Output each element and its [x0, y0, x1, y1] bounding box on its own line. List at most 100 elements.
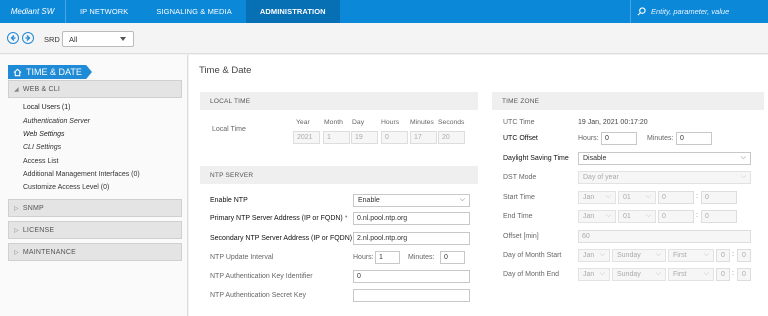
srd-select-value: All: [69, 35, 78, 44]
dom-end-month-value: Jan: [583, 271, 595, 278]
primary-ntp-input[interactable]: 0.nl.pool.ntp.org: [353, 212, 470, 225]
dom-start-minute-input: 0: [737, 249, 751, 262]
chevron-down-icon: ⌵: [703, 251, 709, 258]
page-title: Time & Date: [199, 65, 252, 76]
day-label: Day: [352, 119, 365, 126]
search-icon: [637, 7, 646, 16]
start-hour-input: 0: [658, 191, 694, 204]
caret-right-icon: ▷: [14, 227, 19, 234]
utc-offset-minutes-label: Minutes:: [647, 135, 674, 142]
end-month-select: Jan ⌵: [578, 210, 616, 223]
dst-mode-select: Day of year ⌵: [578, 171, 751, 184]
enable-ntp-select[interactable]: Enable ⌵: [353, 194, 470, 207]
utc-time-value: 19 Jan, 2021 00:17:20: [578, 119, 648, 126]
ntp-auth-secret-key-label: NTP Authentication Secret Key: [210, 292, 306, 299]
primary-ntp-label: Primary NTP Server Address (IP or FQDN): [210, 215, 343, 222]
srd-select[interactable]: All: [62, 31, 134, 47]
sidebar-item-authentication-server[interactable]: Authentication Server: [23, 118, 90, 125]
chevron-down-icon: ⌵: [605, 212, 611, 219]
utc-offset-hours-input[interactable]: 0: [601, 132, 637, 145]
chevron-down-icon: ⌵: [459, 196, 465, 203]
chevron-down-icon: ⌵: [740, 173, 746, 180]
day-of-month-end-label: Day of Month End: [503, 271, 560, 278]
ntp-auth-key-id-label: NTP Authentication Key Identifier: [210, 273, 313, 280]
minutes-field: 17: [410, 131, 437, 144]
enable-ntp-value: Enable: [358, 197, 380, 204]
chevron-down-icon: ⌵: [605, 193, 611, 200]
sidebar-item-web-settings[interactable]: Web Settings: [23, 131, 65, 138]
ntp-auth-secret-key-input[interactable]: [353, 289, 470, 302]
ntp-server-header: NTP SERVER: [200, 166, 478, 184]
forward-button[interactable]: [22, 32, 34, 44]
chevron-down-icon: ⌵: [655, 251, 661, 258]
sidebar-item-cli-settings[interactable]: CLI Settings: [23, 144, 61, 151]
dom-start-week-value: First: [673, 252, 687, 259]
end-hour-input: 0: [658, 210, 694, 223]
enable-ntp-label: Enable NTP: [210, 197, 248, 204]
caret-right-icon: ▷: [14, 205, 19, 212]
arrow-right-icon: [25, 35, 31, 41]
secondary-ntp-label: Secondary NTP Server Address (IP or FQDN…: [210, 235, 353, 242]
ntp-interval-minutes-label: Minutes:: [408, 254, 435, 261]
sidebar-title-label: TIME & DATE: [26, 67, 82, 77]
group-web-cli[interactable]: ◢ WEB & CLI: [8, 80, 182, 98]
dom-end-hour-input: 0: [716, 268, 730, 281]
chevron-down-icon: ⌵: [703, 270, 709, 277]
group-license-label: LICENSE: [22, 226, 55, 234]
dom-start-weekday-value: Sunday: [617, 252, 641, 259]
group-web-cli-label: WEB & CLI: [22, 85, 61, 93]
dom-end-minute-input: 0: [737, 268, 751, 281]
group-snmp[interactable]: ▷ SNMP: [8, 199, 182, 217]
search-input[interactable]: Entity, parameter, value: [630, 0, 768, 23]
seconds-label: Seconds: [438, 119, 465, 126]
sidebar-item-local-users[interactable]: Local Users (1): [23, 104, 70, 111]
ntp-interval-minutes-input[interactable]: 0: [440, 251, 465, 264]
minutes-label: Minutes: [410, 119, 434, 126]
main-content: Time & Date LOCAL TIME Local Time Year M…: [189, 55, 768, 316]
group-snmp-label: SNMP: [22, 204, 44, 212]
dom-start-month-select: Jan ⌵: [578, 249, 610, 262]
local-time-header: LOCAL TIME: [200, 92, 478, 110]
tab-signaling-media[interactable]: SIGNALING & MEDIA: [142, 0, 245, 23]
daylight-saving-time-label: Daylight Saving Time: [503, 155, 569, 162]
back-button[interactable]: [7, 32, 19, 44]
brand-logo[interactable]: Mediant SW: [0, 0, 66, 23]
secondary-ntp-input[interactable]: 2.nl.pool.ntp.org: [353, 232, 470, 245]
ntp-interval-hours-input[interactable]: 1: [375, 251, 400, 264]
search-placeholder: Entity, parameter, value: [651, 7, 730, 16]
dom-start-month-value: Jan: [583, 252, 595, 259]
chevron-down-icon: ⌵: [599, 251, 605, 258]
dom-end-month-select: Jan ⌵: [578, 268, 610, 281]
tab-ip-network[interactable]: IP NETWORK: [66, 0, 142, 23]
offset-min-input: 60: [578, 230, 751, 243]
sidebar-item-customize-access-level[interactable]: Customize Access Level (0): [23, 184, 109, 191]
utc-offset-minutes-input[interactable]: 0: [676, 132, 712, 145]
sidebar-item-additional-management-interfaces[interactable]: Additional Management Interfaces (0): [23, 171, 140, 178]
sidebar-title: TIME & DATE: [8, 65, 92, 79]
local-time-label: Local Time: [212, 126, 246, 133]
daylight-saving-time-select[interactable]: Disable ⌵: [578, 152, 751, 165]
utc-time-label: UTC Time: [503, 119, 535, 126]
start-day-value: 01: [623, 194, 631, 201]
dst-mode-label: DST Mode: [503, 174, 537, 181]
ntp-auth-key-id-input[interactable]: 0: [353, 270, 470, 283]
day-field: 19: [351, 131, 378, 144]
group-maintenance[interactable]: ▷ MAINTENANCE: [8, 243, 182, 261]
chevron-down-icon: ⌵: [740, 154, 746, 161]
required-marker: •: [345, 214, 348, 221]
end-time-label: End Time: [503, 213, 533, 220]
sidebar-item-access-list[interactable]: Access List: [23, 158, 58, 165]
end-day-select: 01 ⌵: [618, 210, 656, 223]
chevron-down-icon: ⌵: [655, 270, 661, 277]
group-license[interactable]: ▷ LICENSE: [8, 221, 182, 239]
dst-mode-value: Day of year: [583, 174, 619, 181]
tab-administration[interactable]: ADMINISTRATION: [245, 0, 340, 23]
dom-end-separator: :: [732, 270, 734, 277]
home-icon: [13, 68, 22, 76]
dom-start-hour-input: 0: [716, 249, 730, 262]
day-of-month-start-label: Day of Month Start: [503, 252, 562, 259]
dom-end-weekday-value: Sunday: [617, 271, 641, 278]
start-minute-input: 0: [701, 191, 737, 204]
end-month-value: Jan: [583, 213, 595, 220]
month-label: Month: [324, 119, 343, 126]
